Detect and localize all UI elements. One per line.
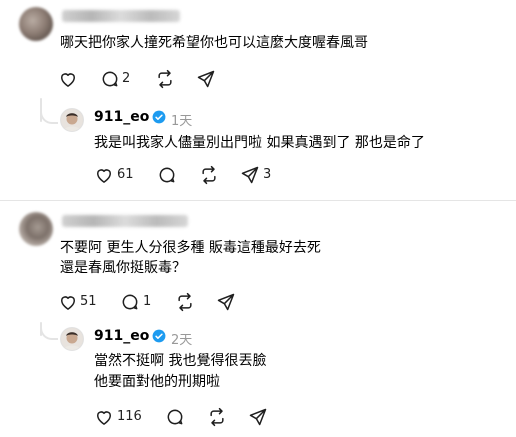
reply-icon[interactable] bbox=[157, 165, 177, 185]
share-icon[interactable] bbox=[240, 165, 260, 185]
reply-text-line1: 當然不挺啊 我也覺得很丟臉 bbox=[94, 353, 267, 369]
comment-text-line2: 還是春風你挺販毒？ bbox=[60, 260, 186, 276]
share-icon[interactable] bbox=[216, 292, 236, 312]
reply-icon[interactable] bbox=[165, 407, 185, 427]
like-count: 51 bbox=[80, 294, 97, 309]
commenter-avatar[interactable] bbox=[19, 212, 53, 246]
repost-icon[interactable] bbox=[175, 292, 195, 312]
reply-avatar[interactable] bbox=[60, 108, 84, 132]
like-icon[interactable] bbox=[58, 292, 78, 312]
reply-text-line2: 他要面對他的刑期啦 bbox=[94, 374, 220, 390]
verified-badge-icon bbox=[152, 329, 166, 343]
reply-timestamp: 2天 bbox=[171, 333, 193, 348]
commenter-avatar[interactable] bbox=[19, 7, 53, 41]
reply-username[interactable]: 911_eo bbox=[94, 109, 149, 125]
reply-timestamp: 1天 bbox=[171, 114, 193, 129]
thread-connector-curve bbox=[40, 324, 58, 340]
reply-username[interactable]: 911_eo bbox=[94, 328, 149, 344]
repost-icon[interactable] bbox=[155, 69, 175, 89]
like-icon[interactable] bbox=[94, 407, 114, 427]
thread-connector-curve bbox=[40, 108, 58, 124]
repost-icon[interactable] bbox=[207, 407, 227, 427]
like-count: 116 bbox=[117, 409, 142, 424]
verified-badge-icon bbox=[152, 110, 166, 124]
commenter-name-blurred[interactable] bbox=[62, 215, 188, 227]
like-count: 61 bbox=[117, 167, 134, 182]
reply-count: 1 bbox=[143, 294, 152, 309]
reply-icon[interactable] bbox=[100, 69, 120, 89]
reply-text: 我是叫我家人儘量別出門啦 如果真遇到了 那也是命了 bbox=[94, 135, 425, 151]
share-icon[interactable] bbox=[248, 407, 268, 427]
thread-divider bbox=[0, 200, 516, 201]
comment-text: 哪天把你家人撞死希望你也可以這麼大度喔春風哥 bbox=[60, 35, 368, 51]
reply-count: 2 bbox=[122, 71, 131, 86]
reply-avatar[interactable] bbox=[60, 327, 84, 351]
like-icon[interactable] bbox=[94, 165, 114, 185]
share-count: 3 bbox=[263, 167, 272, 182]
like-icon[interactable] bbox=[58, 69, 78, 89]
comment-text-line1: 不要阿 更生人分很多種 販毒這種最好去死 bbox=[60, 240, 321, 256]
share-icon[interactable] bbox=[196, 69, 216, 89]
reply-icon[interactable] bbox=[120, 292, 140, 312]
repost-icon[interactable] bbox=[199, 165, 219, 185]
commenter-name-blurred[interactable] bbox=[62, 10, 180, 22]
